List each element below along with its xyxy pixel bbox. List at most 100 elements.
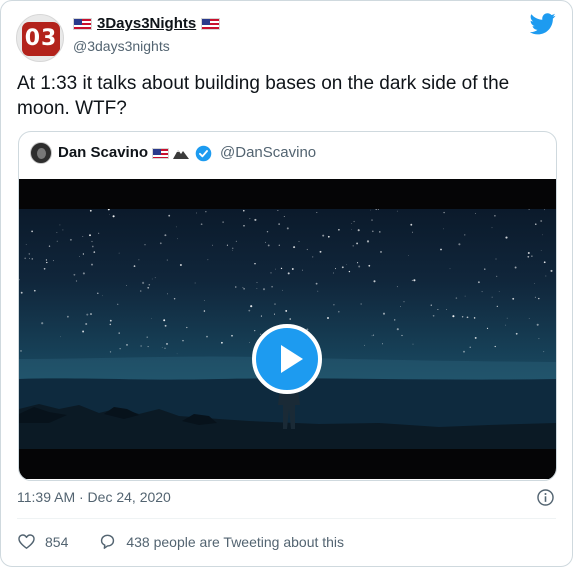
twitter-bird-icon[interactable] bbox=[530, 13, 556, 35]
star bbox=[278, 244, 280, 246]
star bbox=[282, 289, 283, 291]
star bbox=[59, 224, 61, 226]
star bbox=[86, 313, 89, 316]
star bbox=[496, 305, 498, 307]
star bbox=[20, 291, 23, 294]
star bbox=[536, 323, 539, 326]
star bbox=[82, 235, 84, 238]
quoted-tweet[interactable]: Dan Scavino @DanScavino bbox=[18, 131, 557, 481]
quoted-header[interactable]: Dan Scavino @DanScavino bbox=[58, 143, 316, 163]
star bbox=[248, 309, 251, 312]
star bbox=[151, 278, 153, 280]
star bbox=[20, 350, 22, 352]
heart-icon[interactable] bbox=[17, 532, 36, 551]
star bbox=[89, 234, 91, 237]
star bbox=[164, 347, 166, 349]
star bbox=[133, 265, 136, 267]
star bbox=[52, 260, 54, 262]
star bbox=[142, 281, 145, 284]
star bbox=[366, 240, 370, 243]
star bbox=[48, 245, 51, 247]
star bbox=[146, 336, 148, 338]
tweet-text: At 1:33 it talks about building bases on… bbox=[17, 73, 510, 119]
star bbox=[164, 324, 167, 327]
star bbox=[270, 272, 272, 274]
author-name-row[interactable]: 3Days3Nights bbox=[73, 15, 221, 33]
star bbox=[41, 322, 44, 325]
star bbox=[151, 318, 152, 319]
mountain-icon bbox=[173, 150, 190, 159]
star bbox=[326, 316, 330, 320]
star bbox=[474, 336, 477, 339]
quoted-display-name[interactable]: Dan Scavino bbox=[58, 143, 148, 163]
author-handle[interactable]: @3days3nights bbox=[73, 38, 170, 54]
star bbox=[542, 234, 543, 236]
star bbox=[126, 344, 128, 346]
star bbox=[117, 303, 119, 305]
star bbox=[338, 310, 340, 313]
star bbox=[360, 303, 362, 305]
star bbox=[267, 244, 270, 247]
star bbox=[538, 338, 540, 340]
star bbox=[249, 342, 251, 343]
embedded-tweet-card[interactable]: 03 3Days3Nights @3days3nights At 1:33 it… bbox=[0, 0, 573, 567]
star bbox=[43, 267, 46, 270]
star bbox=[231, 334, 233, 337]
star bbox=[346, 264, 348, 266]
star bbox=[91, 263, 93, 266]
star bbox=[147, 286, 150, 289]
star bbox=[348, 270, 351, 273]
star bbox=[118, 252, 120, 254]
conversation-link[interactable]: 438 people are Tweeting about this bbox=[98, 532, 344, 551]
video-thumbnail[interactable] bbox=[19, 209, 556, 449]
speech-bubble-icon[interactable] bbox=[98, 532, 117, 551]
info-icon[interactable] bbox=[536, 488, 555, 507]
star bbox=[491, 296, 493, 298]
like-count[interactable]: 854 bbox=[45, 534, 68, 550]
star bbox=[60, 336, 61, 338]
quoted-handle[interactable]: @DanScavino bbox=[220, 143, 316, 163]
star bbox=[69, 238, 72, 241]
star bbox=[550, 269, 553, 272]
star bbox=[351, 229, 353, 231]
star bbox=[430, 304, 432, 306]
star bbox=[410, 223, 413, 226]
conversation-text[interactable]: 438 people are Tweeting about this bbox=[126, 534, 344, 550]
star bbox=[317, 290, 319, 292]
quoted-avatar[interactable] bbox=[30, 142, 52, 164]
star bbox=[125, 284, 128, 287]
author-display-name[interactable]: 3Days3Nights bbox=[97, 15, 196, 33]
author-avatar[interactable]: 03 bbox=[16, 14, 64, 62]
star bbox=[67, 315, 69, 318]
star bbox=[33, 289, 36, 292]
star bbox=[293, 246, 296, 249]
star bbox=[319, 250, 322, 253]
star bbox=[89, 209, 92, 212]
star bbox=[401, 334, 403, 337]
star bbox=[432, 314, 435, 317]
tweet-timestamp[interactable]: 11:39 AM · Dec 24, 2020 bbox=[17, 489, 171, 505]
star bbox=[56, 240, 58, 242]
star bbox=[24, 257, 27, 260]
star bbox=[353, 220, 355, 223]
star bbox=[494, 345, 496, 348]
star bbox=[543, 261, 546, 264]
star bbox=[278, 223, 280, 225]
star bbox=[443, 228, 444, 230]
star bbox=[166, 259, 168, 261]
star bbox=[495, 258, 497, 260]
play-button[interactable] bbox=[252, 324, 322, 394]
star bbox=[370, 209, 371, 211]
star bbox=[464, 295, 466, 297]
star bbox=[494, 214, 496, 217]
star bbox=[382, 343, 383, 345]
star bbox=[140, 345, 142, 347]
divider bbox=[17, 518, 556, 519]
star bbox=[82, 330, 85, 333]
star bbox=[449, 268, 451, 270]
video-player[interactable] bbox=[19, 179, 556, 479]
avatar-logo: 03 bbox=[22, 22, 60, 56]
star bbox=[221, 341, 223, 344]
star bbox=[327, 235, 330, 238]
star bbox=[373, 334, 375, 336]
